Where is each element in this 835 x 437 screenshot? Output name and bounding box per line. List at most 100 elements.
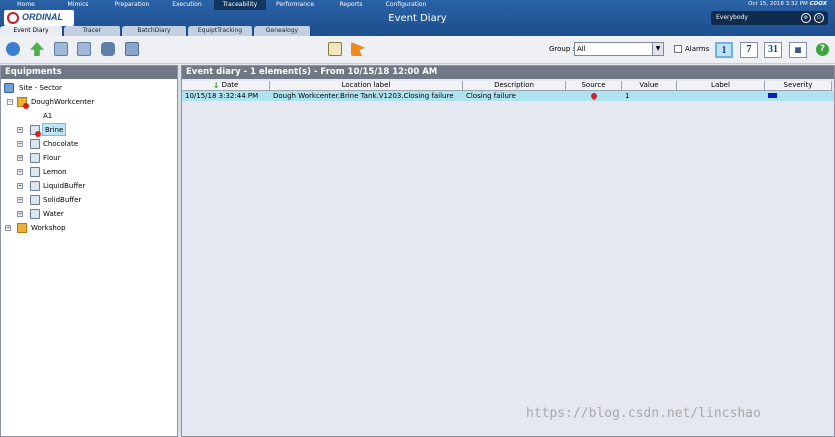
event-table: ↓ Date Location label Description Source … xyxy=(182,81,834,101)
nav-reports[interactable]: Reports xyxy=(324,0,378,10)
refresh-icon[interactable] xyxy=(6,42,20,56)
group-label: Group : xyxy=(549,45,575,53)
toolbar: Group : All ▼ Alarms 1 7 31 ▦ ? xyxy=(0,36,835,64)
expand-icon[interactable]: + xyxy=(17,155,23,161)
tab-event-diary[interactable]: Event Diary xyxy=(0,26,64,36)
severity-indicator-icon xyxy=(768,93,777,98)
tab-tracer[interactable]: Tracer xyxy=(64,26,122,36)
help-icon[interactable]: ? xyxy=(816,43,829,56)
tree-label-workshop: Workshop xyxy=(31,224,66,232)
column-description[interactable]: Description xyxy=(463,81,566,91)
alarm-filter-icon[interactable] xyxy=(77,42,91,56)
tree-label-site: Site - Sector xyxy=(19,84,62,92)
equipments-title: Equipments xyxy=(1,66,177,79)
nav-preparation[interactable]: Preparation xyxy=(104,0,160,10)
datetime-display: Oct 15, 2018 3:32 PM COOX xyxy=(748,1,827,7)
expand-icon[interactable]: + xyxy=(5,225,11,231)
page-title: Event Diary xyxy=(388,13,447,24)
tab-bar: Event Diary Tracer BatchDiary EquiptTrac… xyxy=(0,26,312,36)
alarm-source-icon xyxy=(589,91,599,101)
logo-ring-icon xyxy=(7,12,19,24)
logout-icon[interactable]: ⏻ xyxy=(814,13,824,23)
table-header: ↓ Date Location label Description Source … xyxy=(182,81,834,91)
table-row[interactable]: 10/15/18 3:32:44 PM Dough Workcenter.Bri… xyxy=(182,91,834,101)
cell-description: Closing failure xyxy=(466,92,516,100)
column-severity[interactable]: Severity xyxy=(765,81,832,91)
report-icon[interactable] xyxy=(328,42,342,56)
column-date[interactable]: ↓ Date xyxy=(182,81,270,91)
tab-batch-diary[interactable]: BatchDiary xyxy=(122,26,188,36)
tank-icon xyxy=(30,181,40,191)
cell-label xyxy=(677,91,765,101)
calendar-custom-icon[interactable]: ▦ xyxy=(789,42,807,58)
tank-icon xyxy=(30,195,40,205)
tank-icon xyxy=(30,167,40,177)
event-diary-panel: Event diary - 1 element(s) - From 10/15/… xyxy=(181,65,835,437)
tree-label-solidbuffer: SolidBuffer xyxy=(43,196,82,204)
nav-performance[interactable]: Performance xyxy=(266,0,324,10)
alarm-dot-icon xyxy=(23,103,29,109)
user-name: Everybody xyxy=(716,14,748,21)
calendar-day-button[interactable]: 1 xyxy=(715,42,733,58)
filter-icon[interactable] xyxy=(54,42,68,56)
tree-label-brine: Brine xyxy=(42,123,67,136)
calendar-week-button[interactable]: 7 xyxy=(740,42,758,58)
tank-icon xyxy=(30,139,40,149)
alarm-dot-icon xyxy=(35,131,41,137)
expand-icon[interactable]: + xyxy=(17,197,23,203)
export-up-icon[interactable] xyxy=(30,42,44,56)
cell-location: Dough Workcenter.Brine Tank.V1203.Closin… xyxy=(273,92,454,100)
tree-label-lemon: Lemon xyxy=(43,168,67,176)
tank-icon xyxy=(30,153,40,163)
tree-label-chocolate: Chocolate xyxy=(43,140,79,148)
cell-value: 1 xyxy=(625,92,630,100)
tree-label-water: Water xyxy=(43,210,64,218)
tree-label-a1: A1 xyxy=(43,112,53,120)
tree-node-brine[interactable]: + Brine xyxy=(1,123,179,137)
user-box: Everybody ⚙ ⏻ xyxy=(711,11,828,25)
column-location[interactable]: Location label xyxy=(270,81,463,91)
column-label[interactable]: Label xyxy=(677,81,765,91)
alarms-checkbox[interactable] xyxy=(674,45,682,53)
settings-icon[interactable]: ⚙ xyxy=(801,13,811,23)
copy-icon[interactable] xyxy=(125,42,139,56)
group-select-value: All xyxy=(577,45,586,53)
tree-label-liquidbuffer: LiquidBuffer xyxy=(43,182,86,190)
site-icon xyxy=(4,83,14,93)
equipments-panel: Equipments Site - Sector − DoughWorkcent… xyxy=(0,65,178,437)
tab-genealogy[interactable]: Genealogy xyxy=(254,26,312,36)
tank-icon xyxy=(30,209,40,219)
sort-down-icon: ↓ xyxy=(212,81,220,90)
top-navigation: Home Mimics Preparation Execution Tracea… xyxy=(0,0,434,10)
expand-icon[interactable]: + xyxy=(17,183,23,189)
calendar-month-button[interactable]: 31 xyxy=(764,42,782,58)
alarms-label: Alarms xyxy=(685,45,710,53)
nav-home[interactable]: Home xyxy=(0,0,52,10)
expand-icon[interactable]: + xyxy=(17,141,23,147)
expand-icon[interactable]: + xyxy=(17,211,23,217)
logo-text: ORDINAL xyxy=(22,12,63,22)
chevron-down-icon[interactable]: ▼ xyxy=(652,43,663,55)
column-date-label: Date xyxy=(221,81,239,89)
expand-icon[interactable]: + xyxy=(17,169,23,175)
group-select[interactable]: All ▼ xyxy=(574,42,664,56)
nav-traceability[interactable]: Traceability xyxy=(214,0,266,10)
tree-label-workcenter: DoughWorkcenter xyxy=(31,98,95,106)
column-value[interactable]: Value xyxy=(622,81,677,91)
watermark-text: https://blog.csdn.net/lincshao xyxy=(526,406,761,421)
brand-logo: COOX xyxy=(809,1,827,7)
print-icon[interactable] xyxy=(351,42,365,56)
nav-mimics[interactable]: Mimics xyxy=(52,0,104,10)
app-header: ORDINAL Home Mimics Preparation Executio… xyxy=(0,0,835,36)
collapse-icon[interactable]: − xyxy=(7,99,13,105)
nav-configuration[interactable]: Configuration xyxy=(378,0,434,10)
cell-source xyxy=(566,91,622,101)
workshop-icon xyxy=(17,223,27,233)
tab-equipt-tracking[interactable]: EquiptTracking xyxy=(188,26,254,36)
expand-icon[interactable]: + xyxy=(17,127,23,133)
column-source[interactable]: Source xyxy=(566,81,622,91)
event-diary-title: Event diary - 1 element(s) - From 10/15/… xyxy=(182,66,834,79)
cell-date: 10/15/18 3:32:44 PM xyxy=(185,92,259,100)
database-icon[interactable] xyxy=(101,42,115,56)
nav-execution[interactable]: Execution xyxy=(160,0,214,10)
